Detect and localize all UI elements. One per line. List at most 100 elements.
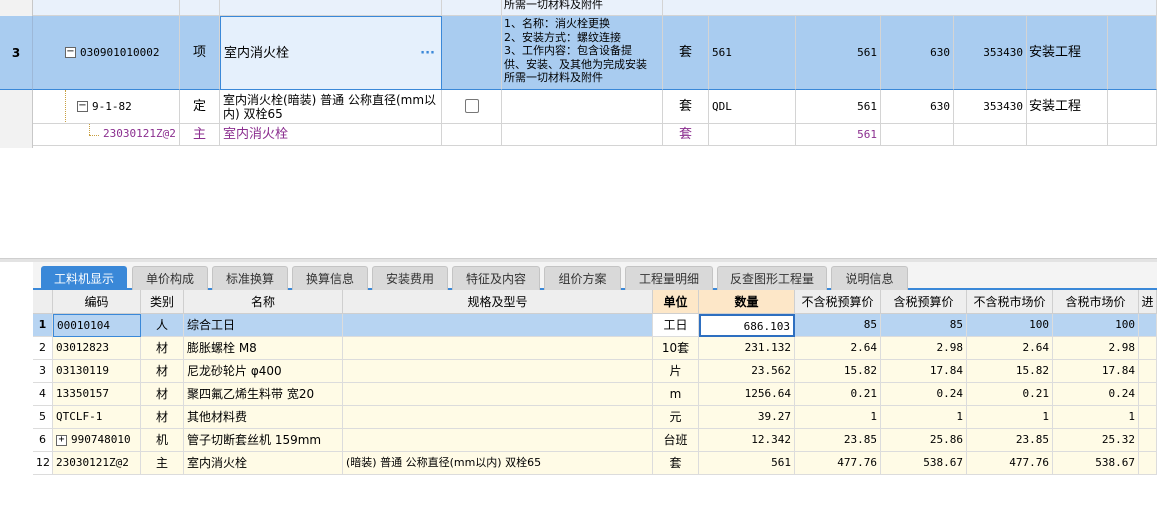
cell-type[interactable]: 机 <box>141 429 184 452</box>
cell-type[interactable]: 材 <box>141 383 184 406</box>
header-market-price-inc-tax[interactable]: 含税市场价 <box>1053 290 1139 314</box>
cell-market-price-inc-tax[interactable]: 538.67 <box>1053 452 1139 475</box>
cell-input-tax[interactable] <box>1139 360 1157 383</box>
quota-flag-cell[interactable] <box>442 90 502 124</box>
material-qty-expr[interactable] <box>709 124 796 146</box>
cell-unit[interactable]: 套 <box>653 452 699 475</box>
tab-labor-material-machine[interactable]: 工料机显示 <box>41 266 127 290</box>
cell-type[interactable]: 材 <box>141 406 184 429</box>
tab-standard-conversion[interactable]: 标准换算 <box>212 266 288 290</box>
cell-input-tax[interactable] <box>1139 383 1157 406</box>
cell-type[interactable]: 材 <box>141 337 184 360</box>
cell-market-price-inc-tax[interactable]: 17.84 <box>1053 360 1139 383</box>
cell-unit[interactable]: m <box>653 383 699 406</box>
cell-unit[interactable]: 元 <box>653 406 699 429</box>
cell-spec[interactable] <box>343 314 653 337</box>
upper-row1-code[interactable]: −030901010002 <box>33 16 180 90</box>
cell-market-price-inc-tax[interactable]: 2.98 <box>1053 337 1139 360</box>
cell-market-price-inc-tax[interactable]: 25.32 <box>1053 429 1139 452</box>
cell-code[interactable]: 03012823 <box>53 337 141 360</box>
cell-unit[interactable]: 10套 <box>653 337 699 360</box>
cell-spec[interactable] <box>343 337 653 360</box>
quota-checkbox[interactable] <box>465 99 479 113</box>
cell-quantity[interactable]: 231.132 <box>699 337 795 360</box>
cell-budget-price-ex-tax[interactable]: 1 <box>795 406 881 429</box>
cell-code[interactable]: 00010104 <box>53 314 141 337</box>
cell-market-price-ex-tax[interactable]: 1 <box>967 406 1053 429</box>
cell-market-price-ex-tax[interactable]: 2.64 <box>967 337 1053 360</box>
header-budget-price-ex-tax[interactable]: 不含税预算价 <box>795 290 881 314</box>
cell-budget-price-ex-tax[interactable]: 85 <box>795 314 881 337</box>
tab-unit-price[interactable]: 单价构成 <box>132 266 208 290</box>
cell-input-tax[interactable] <box>1139 314 1157 337</box>
cell-quantity[interactable]: 561 <box>699 452 795 475</box>
cell-market-price-ex-tax[interactable]: 0.21 <box>967 383 1053 406</box>
tab-install-fee[interactable]: 安装费用 <box>372 266 448 290</box>
header-quantity[interactable]: 数量 <box>699 290 795 314</box>
cell-budget-price-inc-tax[interactable]: 0.24 <box>881 383 967 406</box>
cell-spec[interactable] <box>343 383 653 406</box>
tab-pricing-plan[interactable]: 组价方案 <box>544 266 621 290</box>
cell-market-price-ex-tax[interactable]: 477.76 <box>967 452 1053 475</box>
cell-type[interactable]: 人 <box>141 314 184 337</box>
cell-input-tax[interactable] <box>1139 406 1157 429</box>
cell-market-price-inc-tax[interactable]: 0.24 <box>1053 383 1139 406</box>
cell-name[interactable]: 尼龙砂轮片 φ400 <box>184 360 343 383</box>
cell-input-tax[interactable] <box>1139 429 1157 452</box>
cell-unit[interactable]: 片 <box>653 360 699 383</box>
tab-quantity-detail[interactable]: 工程量明细 <box>625 266 713 290</box>
cell-code[interactable]: +990748010 <box>53 429 141 452</box>
collapse-icon[interactable]: − <box>65 47 76 58</box>
cell-code[interactable]: 13350157 <box>53 383 141 406</box>
cell-budget-price-inc-tax[interactable]: 25.86 <box>881 429 967 452</box>
cell-unit[interactable]: 台班 <box>653 429 699 452</box>
cell-spec[interactable]: (暗装) 普通 公称直径(mm以内) 双栓65 <box>343 452 653 475</box>
quota-code-cell[interactable]: −9-1-82 <box>33 90 180 124</box>
tab-conversion-info[interactable]: 换算信息 <box>292 266 368 290</box>
cell-budget-price-inc-tax[interactable]: 1 <box>881 406 967 429</box>
cell-name[interactable]: 聚四氟乙烯生料带 宽20 <box>184 383 343 406</box>
cell-budget-price-inc-tax[interactable]: 17.84 <box>881 360 967 383</box>
header-spec[interactable]: 规格及型号 <box>343 290 653 314</box>
cell-quantity[interactable]: 23.562 <box>699 360 795 383</box>
cell-budget-price-ex-tax[interactable]: 0.21 <box>795 383 881 406</box>
header-unit[interactable]: 单位 <box>653 290 699 314</box>
cell-budget-price-ex-tax[interactable]: 2.64 <box>795 337 881 360</box>
cell-quantity[interactable]: 686.103 <box>699 314 795 337</box>
cell-market-price-inc-tax[interactable]: 100 <box>1053 314 1139 337</box>
header-market-price-ex-tax[interactable]: 不含税市场价 <box>967 290 1053 314</box>
cell-budget-price-ex-tax[interactable]: 23.85 <box>795 429 881 452</box>
cell-budget-price-ex-tax[interactable]: 15.82 <box>795 360 881 383</box>
cell-name[interactable]: 其他材料费 <box>184 406 343 429</box>
cell-name[interactable]: 室内消火栓 <box>184 452 343 475</box>
header-type[interactable]: 类别 <box>141 290 184 314</box>
cell-type[interactable]: 主 <box>141 452 184 475</box>
cell-name[interactable]: 膨胀螺栓 M8 <box>184 337 343 360</box>
cell-type[interactable]: 材 <box>141 360 184 383</box>
header-code[interactable]: 编码 <box>53 290 141 314</box>
cell-market-price-ex-tax[interactable]: 15.82 <box>967 360 1053 383</box>
cell-budget-price-inc-tax[interactable]: 85 <box>881 314 967 337</box>
cell-market-price-inc-tax[interactable]: 1 <box>1053 406 1139 429</box>
cell-unit[interactable]: 工日 <box>653 314 699 337</box>
cell-spec[interactable] <box>343 360 653 383</box>
cell-quantity[interactable]: 1256.64 <box>699 383 795 406</box>
tab-graphic-quantity[interactable]: 反查图形工程量 <box>717 266 827 290</box>
cell-budget-price-ex-tax[interactable]: 477.76 <box>795 452 881 475</box>
cell-code[interactable]: QTCLF-1 <box>53 406 141 429</box>
cell-budget-price-inc-tax[interactable]: 538.67 <box>881 452 967 475</box>
tab-notes[interactable]: 说明信息 <box>831 266 908 290</box>
cell-input-tax[interactable] <box>1139 452 1157 475</box>
cell-market-price-ex-tax[interactable]: 23.85 <box>967 429 1053 452</box>
item-qty-expr[interactable]: 561 <box>709 16 796 90</box>
header-input-tax[interactable]: 进 <box>1139 290 1157 314</box>
expand-icon[interactable]: + <box>56 434 67 446</box>
collapse-icon[interactable]: − <box>77 101 88 112</box>
cell-spec[interactable] <box>343 429 653 452</box>
cell-market-price-ex-tax[interactable]: 100 <box>967 314 1053 337</box>
cell-quantity[interactable]: 39.27 <box>699 406 795 429</box>
material-code-cell[interactable]: 23030121Z@2 <box>33 124 180 146</box>
cell-input-tax[interactable] <box>1139 337 1157 360</box>
cell-code[interactable]: 23030121Z@2 <box>53 452 141 475</box>
header-name[interactable]: 名称 <box>184 290 343 314</box>
